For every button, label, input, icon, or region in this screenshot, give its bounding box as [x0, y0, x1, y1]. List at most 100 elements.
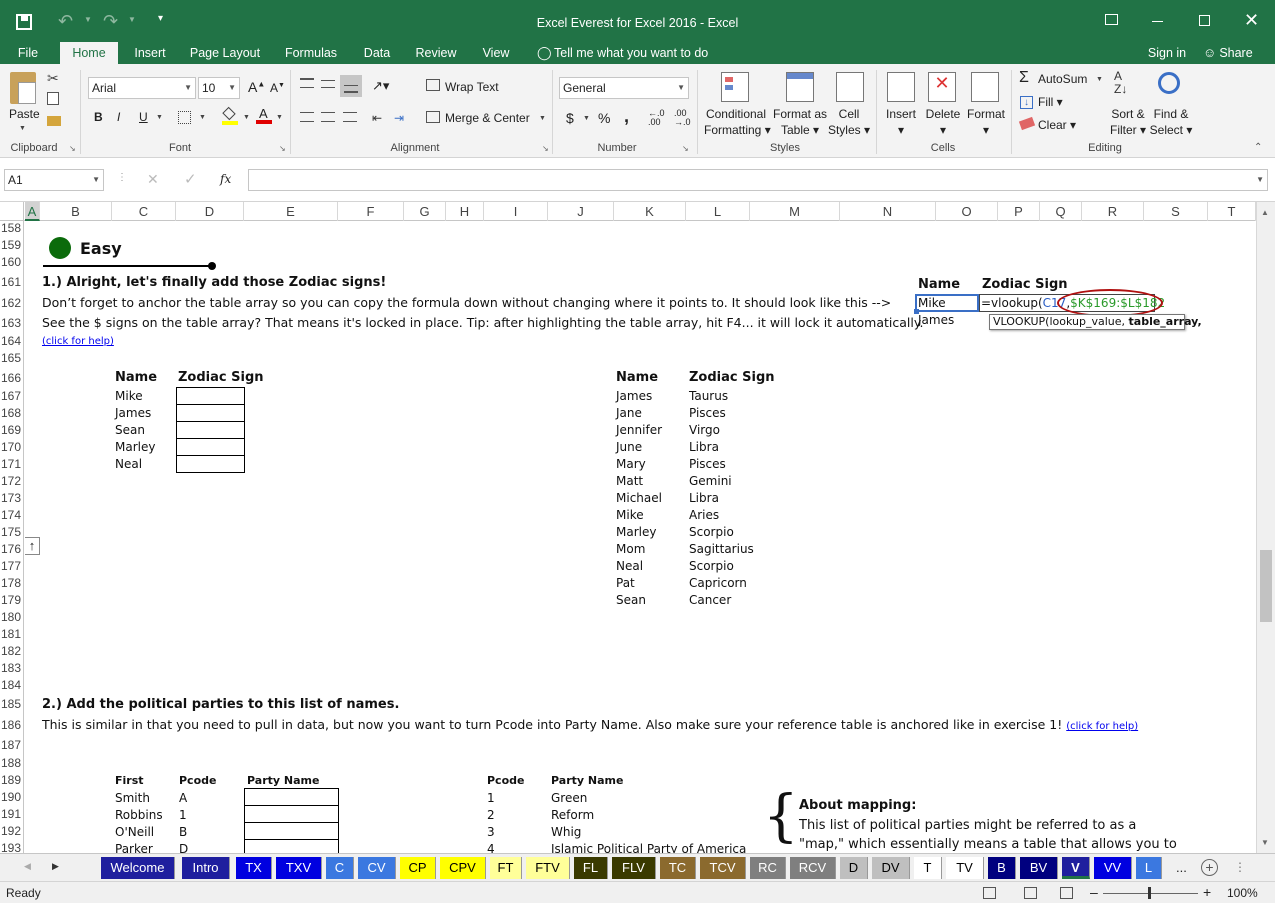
column-header[interactable]: D	[176, 202, 244, 221]
format-cells-icon[interactable]	[971, 72, 999, 102]
font-launcher-icon[interactable]: ↘	[279, 144, 286, 153]
row-header[interactable]: 173	[0, 491, 23, 505]
align-bottom-icon[interactable]	[340, 75, 362, 97]
minimize-icon[interactable]	[1152, 21, 1163, 22]
row-header[interactable]: 176	[0, 542, 23, 556]
align-center-icon[interactable]	[321, 112, 335, 122]
row-header[interactable]: 185	[0, 697, 23, 711]
name-box[interactable]: A1 ▼	[4, 169, 104, 191]
row-header[interactable]: 172	[0, 474, 23, 488]
sheet-tab-dv[interactable]: DV	[872, 857, 910, 879]
ribbon-display-options-icon[interactable]	[1105, 14, 1118, 25]
row-header[interactable]: 174	[0, 508, 23, 522]
tab-split-icon[interactable]: ⋮	[1234, 860, 1246, 874]
row-header[interactable]: 166	[0, 371, 23, 385]
autosum-dropdown-icon[interactable]: ▼	[1096, 76, 1103, 83]
row-header[interactable]: 186	[0, 718, 23, 732]
share-button[interactable]: Share	[1216, 42, 1256, 64]
zoom-out-icon[interactable]: –	[1090, 884, 1098, 900]
new-sheet-icon[interactable]: +	[1201, 859, 1218, 876]
clear-button[interactable]: Clear ▾	[1038, 118, 1076, 132]
sheet-tab-rcv[interactable]: RCV	[790, 857, 836, 879]
row-header[interactable]: 175	[0, 525, 23, 539]
scroll-up-icon[interactable]: ▲	[1261, 208, 1269, 217]
sheet-tab-bv[interactable]: BV	[1020, 857, 1058, 879]
table2-answer-cell[interactable]	[244, 788, 339, 806]
paste-icon[interactable]	[10, 72, 36, 104]
fill-button[interactable]: Fill ▾	[1038, 95, 1063, 109]
row-header[interactable]: 188	[0, 756, 23, 770]
row-header[interactable]: 170	[0, 440, 23, 454]
zoom-level[interactable]: 100%	[1227, 886, 1258, 900]
sheet-tab-rc[interactable]: RC	[750, 857, 786, 879]
row-header[interactable]: 178	[0, 576, 23, 590]
row-header[interactable]: 160	[0, 255, 23, 269]
tab-home[interactable]: Home	[60, 42, 118, 64]
row-header[interactable]: 177	[0, 559, 23, 573]
bold-button[interactable]: B	[94, 110, 103, 124]
table1-answer-cell[interactable]	[176, 438, 245, 456]
row-header[interactable]: 183	[0, 661, 23, 675]
table2-answer-cell[interactable]	[244, 822, 339, 840]
sheet-tab-v[interactable]: V	[1062, 857, 1090, 879]
sort-filter-button[interactable]: Sort & Filter ▾	[1106, 106, 1150, 138]
sheet-tab-tx[interactable]: TX	[236, 857, 272, 879]
increase-font-icon[interactable]: A▲	[248, 79, 265, 95]
sheet-tab-d[interactable]: D	[840, 857, 868, 879]
insert-cells-button[interactable]: Insert ▾	[884, 106, 918, 138]
font-size-select[interactable]: 10 ▼	[198, 77, 240, 99]
close-icon[interactable]: ✕	[1244, 10, 1259, 31]
delete-cells-icon[interactable]: ✕	[928, 72, 956, 102]
row-header[interactable]: 163	[0, 316, 23, 330]
align-middle-icon[interactable]	[321, 80, 335, 88]
autosum-button[interactable]: AutoSum	[1038, 72, 1087, 86]
table1-answer-cell[interactable]	[176, 421, 245, 439]
font-color-icon[interactable]: A	[256, 106, 272, 124]
tab-file[interactable]: File	[6, 42, 50, 64]
table2-answer-cell[interactable]	[244, 839, 339, 853]
copy-icon[interactable]	[47, 92, 59, 105]
row-header[interactable]: 187	[0, 738, 23, 752]
column-header[interactable]: Q	[1040, 202, 1082, 221]
row-header[interactable]: 159	[0, 238, 23, 252]
insert-cells-icon[interactable]	[887, 72, 915, 102]
column-header[interactable]: E	[244, 202, 338, 221]
tell-me-box[interactable]: Tell me what you want to do	[554, 42, 710, 64]
row-header[interactable]: 181	[0, 627, 23, 641]
column-header[interactable]: N	[840, 202, 936, 221]
column-header[interactable]: R	[1082, 202, 1144, 221]
decrease-font-icon[interactable]: A▼	[270, 81, 285, 95]
sheet-tab-tc[interactable]: TC	[660, 857, 696, 879]
column-header[interactable]: M	[750, 202, 840, 221]
cell-styles-icon[interactable]	[836, 72, 864, 102]
tab-formulas[interactable]: Formulas	[278, 42, 344, 64]
sheet-tab-tv[interactable]: TV	[946, 857, 984, 879]
decrease-indent-icon[interactable]: ⇤	[372, 111, 382, 125]
font-name-select[interactable]: Arial ▼	[88, 77, 196, 99]
decrease-decimal-icon[interactable]: .00 →.0	[674, 109, 691, 127]
sheet-tab-b[interactable]: B	[988, 857, 1016, 879]
row-header[interactable]: 161	[0, 275, 23, 289]
autosum-icon[interactable]: Σ	[1019, 69, 1029, 87]
align-top-icon[interactable]	[300, 78, 314, 88]
find-select-button[interactable]: Find & Select ▾	[1148, 106, 1194, 138]
percent-button[interactable]: %	[598, 110, 610, 126]
sheet-tab-welcome[interactable]: Welcome	[101, 857, 175, 879]
normal-view-icon[interactable]	[983, 887, 996, 899]
align-left-icon[interactable]	[300, 112, 314, 122]
column-header[interactable]: J	[548, 202, 614, 221]
q2-help-link[interactable]: (click for help)	[1066, 721, 1138, 732]
row-header[interactable]: 191	[0, 807, 23, 821]
vertical-scroll-thumb[interactable]	[1260, 550, 1272, 622]
row-header[interactable]: 169	[0, 423, 23, 437]
number-launcher-icon[interactable]: ↘	[682, 144, 689, 153]
column-header[interactable]: I	[484, 202, 548, 221]
sheet-tab-tcv[interactable]: TCV	[700, 857, 746, 879]
column-header[interactable]: F	[338, 202, 404, 221]
underline-button[interactable]: U	[139, 110, 148, 124]
column-header[interactable]: L	[686, 202, 750, 221]
tab-data[interactable]: Data	[355, 42, 399, 64]
borders-dropdown-icon[interactable]: ▼	[199, 114, 206, 121]
row-header[interactable]: 171	[0, 457, 23, 471]
underline-dropdown-icon[interactable]: ▼	[156, 114, 163, 121]
